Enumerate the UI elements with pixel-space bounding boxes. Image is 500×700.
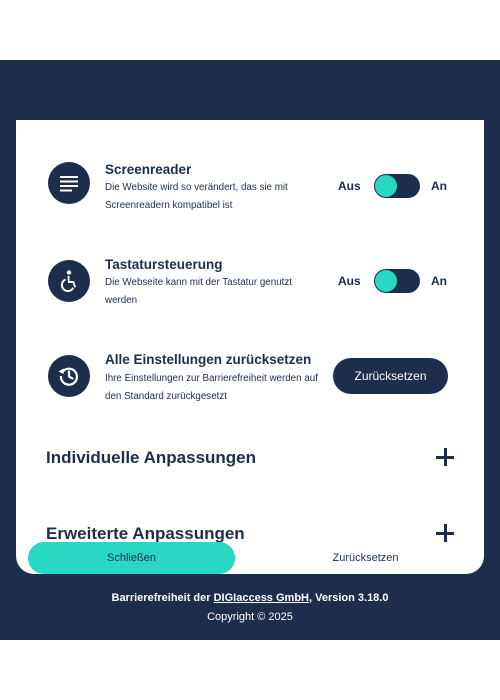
toggle-knob xyxy=(375,175,397,197)
footer-prefix: Barrierefreiheit der xyxy=(111,592,214,604)
keyboard-toggle[interactable] xyxy=(374,269,420,293)
footer-credit: Barrierefreiheit der DIGIaccess GmbH, Ve… xyxy=(0,592,500,604)
history-reset-icon xyxy=(48,355,90,397)
screenreader-title: Screenreader xyxy=(105,162,192,177)
section-title: Individuelle Anpassungen xyxy=(46,448,257,467)
footer-version: , Version 3.18.0 xyxy=(308,592,389,604)
wheelchair-icon xyxy=(48,260,90,302)
screenreader-description: Die Website wird so verändert, das sie m… xyxy=(105,182,288,211)
section-title: Erweiterte Anpassungen xyxy=(46,524,245,543)
screenreader-toggle[interactable] xyxy=(374,174,420,198)
keyboard-on-label: An xyxy=(431,274,447,288)
keyboard-title: Tastatursteuerung xyxy=(105,257,223,272)
section-individual-adjustments[interactable]: Individuelle Anpassungen xyxy=(46,444,454,474)
reset-all-title: Alle Einstellungen zurücksetzen xyxy=(105,352,312,367)
close-button[interactable]: Schließen xyxy=(28,542,235,574)
reset-all-description: Ihre Einstellungen zur Barrierefreiheit … xyxy=(105,373,318,402)
keyboard-description: Die Webseite kann mit der Tastatur genut… xyxy=(105,277,292,306)
settings-card: Screenreader Die Website wird so verände… xyxy=(16,120,484,574)
text-lines-icon xyxy=(48,162,90,204)
keyboard-off-label: Aus xyxy=(338,274,361,288)
screenreader-off-label: Aus xyxy=(338,179,361,193)
screenreader-on-label: An xyxy=(431,179,447,193)
reset-button[interactable]: Zurücksetzen xyxy=(262,542,469,574)
plus-icon xyxy=(436,448,454,466)
plus-icon xyxy=(436,524,454,542)
toggle-knob xyxy=(375,270,397,292)
copyright-text: Copyright © 2025 xyxy=(207,611,293,623)
accessibility-panel: Screenreader Die Website wird so verände… xyxy=(0,60,500,640)
company-link[interactable]: DIGIaccess GmbH xyxy=(214,592,309,604)
reset-all-button[interactable]: Zurücksetzen xyxy=(333,358,448,394)
